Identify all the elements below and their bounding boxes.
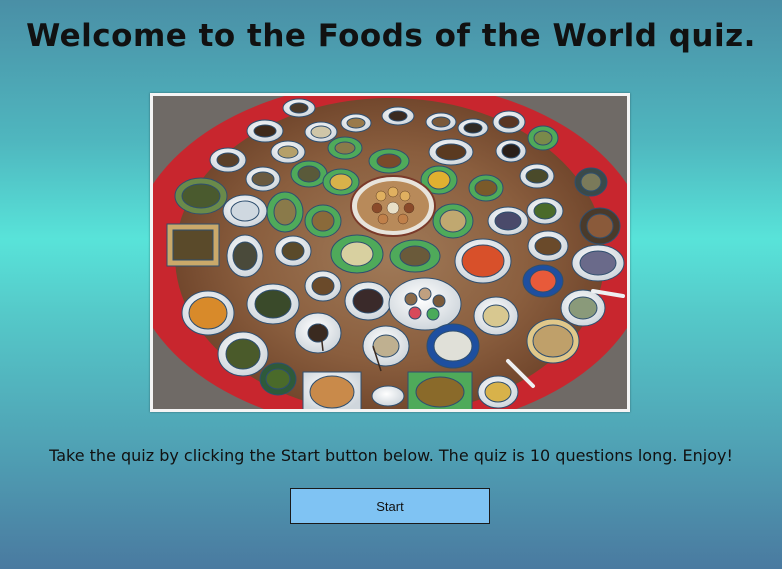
start-button[interactable]: Start (290, 488, 490, 524)
food-table-image (153, 96, 627, 409)
food-photo (150, 93, 630, 412)
page-title: Welcome to the Foods of the World quiz. (26, 18, 756, 54)
quiz-instructions: Take the quiz by clicking the Start butt… (49, 446, 733, 465)
